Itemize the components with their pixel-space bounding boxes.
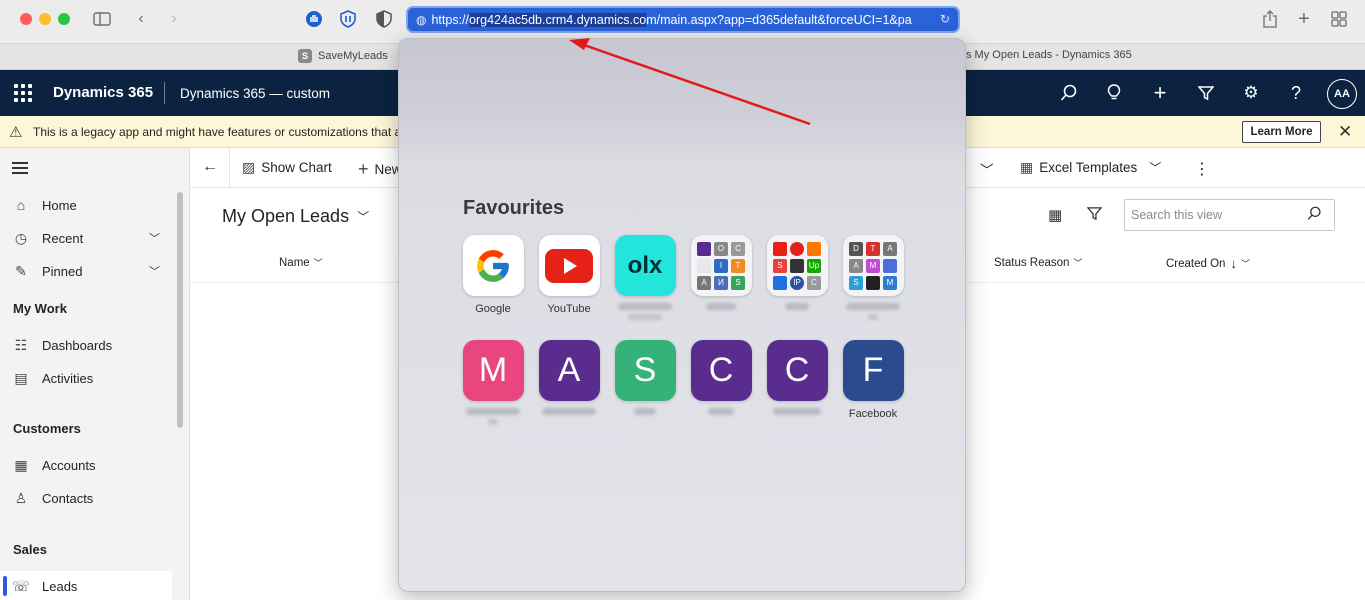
annotation-arrow (569, 38, 811, 126)
